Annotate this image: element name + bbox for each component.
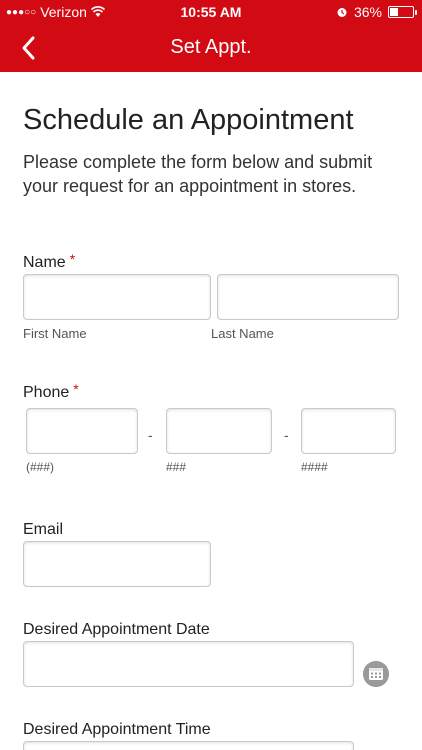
phone-prefix-hint: ### <box>166 460 187 474</box>
phone-label-text: Phone <box>23 384 70 401</box>
name-label: Name * <box>23 251 76 272</box>
appointment-time-field[interactable] <box>23 741 354 750</box>
status-bar: ●●●○○ Verizon 10:55 AM 36% <box>0 0 422 24</box>
battery-percent: 36% <box>353 4 382 20</box>
name-label-text: Name <box>23 254 66 271</box>
calendar-icon[interactable] <box>363 661 389 687</box>
time-label: Desired Appointment Time <box>23 721 211 738</box>
phone-area-code-field[interactable] <box>26 408 138 454</box>
phone-required-mark: * <box>73 381 79 397</box>
date-label: Desired Appointment Date <box>23 621 210 638</box>
page-title: Schedule an Appointment <box>23 104 354 136</box>
name-required-mark: * <box>69 251 76 267</box>
phone-line-field[interactable] <box>301 408 396 454</box>
battery-icon <box>388 6 417 18</box>
phone-label: Phone * <box>23 381 79 402</box>
phone-separator-1: - <box>148 427 153 443</box>
appointment-date-field[interactable] <box>23 641 354 687</box>
phone-area-hint: (###) <box>26 460 55 474</box>
alarm-icon <box>337 8 347 17</box>
intro-text: Please complete the form below and submi… <box>23 152 373 196</box>
email-label: Email <box>23 521 64 538</box>
first-name-field[interactable] <box>23 274 211 320</box>
phone-prefix-field[interactable] <box>166 408 272 454</box>
phone-line-hint: #### <box>301 460 328 474</box>
phone-separator-2: - <box>284 427 289 443</box>
first-name-hint: First Name <box>23 326 87 341</box>
nav-title: Set Appt. <box>170 36 252 58</box>
navigation-bar: Set Appt. <box>0 24 422 72</box>
last-name-field[interactable] <box>217 274 399 320</box>
email-field[interactable] <box>23 541 211 587</box>
last-name-hint: Last Name <box>211 326 274 341</box>
